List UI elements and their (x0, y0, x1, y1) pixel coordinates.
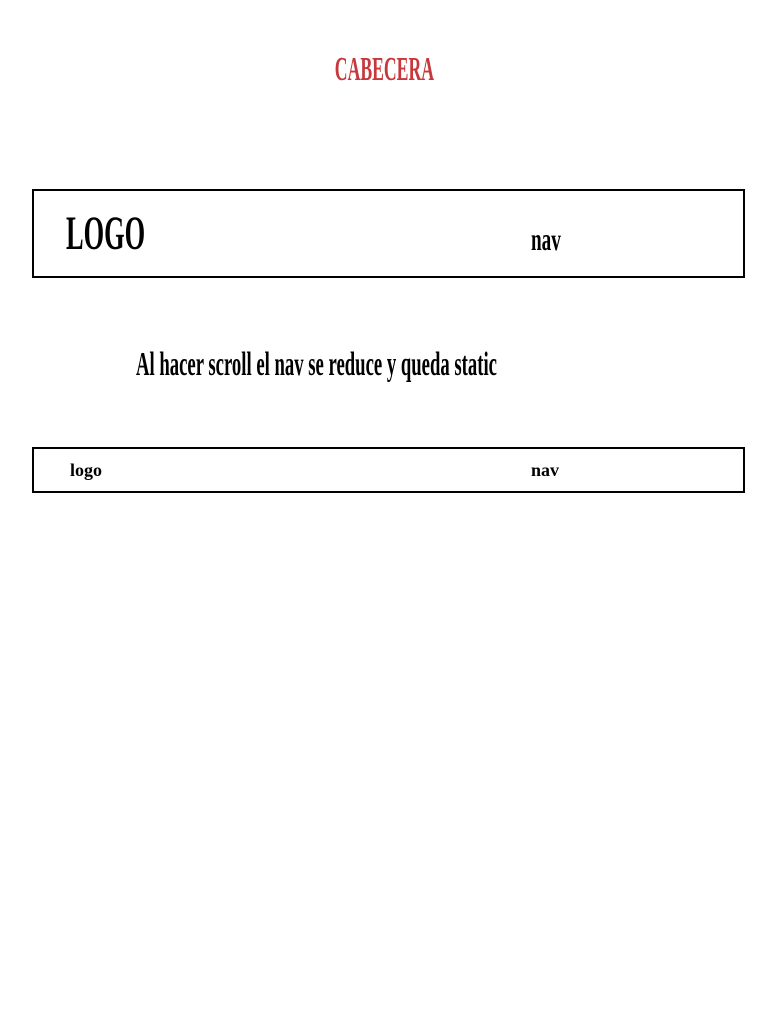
page-title-text: CABECERA (334, 51, 434, 88)
nav-link-large[interactable]: nav (531, 221, 581, 257)
scroll-caption-text: Al hacer scroll el nav se reduce y queda… (136, 346, 497, 383)
nav-bar-large: LOGO nav (32, 189, 745, 278)
nav-link-small[interactable]: nav (531, 459, 559, 481)
logo-large-text: LOGO (66, 207, 146, 260)
scroll-caption: Al hacer scroll el nav se reduce y queda… (136, 343, 768, 387)
nav-link-large-text: nav (531, 221, 561, 257)
logo-large[interactable]: LOGO (66, 206, 210, 262)
page-title: CABECERA (0, 50, 768, 90)
logo-small[interactable]: logo (70, 459, 102, 481)
nav-bar-small: logo nav (32, 447, 745, 493)
